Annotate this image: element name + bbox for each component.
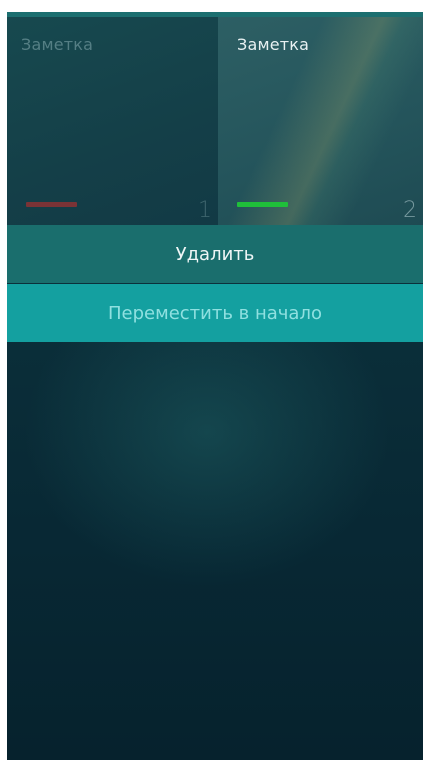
- note-color-indicator: [237, 202, 288, 207]
- note-title: Заметка: [21, 35, 94, 54]
- note-number: 2: [403, 198, 417, 223]
- note-number: 1: [198, 198, 212, 223]
- notes-grid: Заметка 1 Заметка 2: [7, 17, 423, 225]
- note-title: Заметка: [237, 35, 310, 54]
- note-card-1[interactable]: Заметка 1: [7, 17, 218, 225]
- move-to-top-menu-item[interactable]: Переместить в начало: [7, 284, 423, 342]
- note-color-indicator: [26, 202, 77, 207]
- note-card-2[interactable]: Заметка 2: [218, 17, 423, 225]
- app-screen: Заметка 1 Заметка 2 Удалить Переместить …: [7, 12, 423, 760]
- delete-menu-item[interactable]: Удалить: [7, 225, 423, 283]
